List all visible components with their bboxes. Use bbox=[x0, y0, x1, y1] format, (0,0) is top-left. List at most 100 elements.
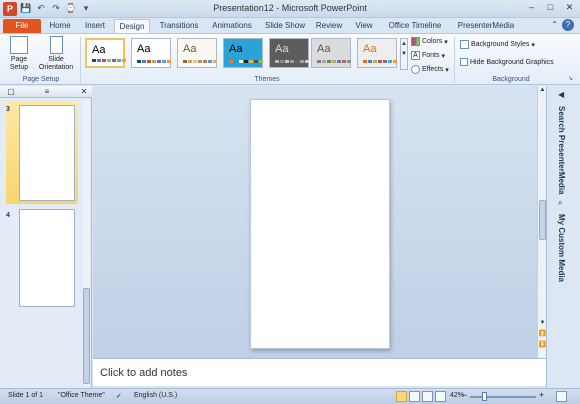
undo-icon[interactable]: ↶ bbox=[35, 2, 47, 15]
save-icon[interactable]: 💾 bbox=[20, 2, 32, 15]
minimize-button[interactable]: – bbox=[523, 1, 540, 15]
color-swatch bbox=[305, 60, 309, 63]
color-swatch bbox=[137, 60, 141, 63]
background-styles-button[interactable]: Background Styles ▾ bbox=[460, 40, 535, 49]
fonts-label: Fonts bbox=[422, 52, 440, 59]
tab-home[interactable]: Home bbox=[44, 19, 76, 33]
zoom-slider[interactable] bbox=[470, 396, 536, 398]
group-separator bbox=[80, 37, 81, 83]
theme-thumbnail[interactable]: Aa bbox=[131, 38, 171, 68]
color-swatch bbox=[295, 60, 299, 63]
dialog-launcher-icon[interactable]: ↘ bbox=[568, 75, 573, 82]
reading-view-button[interactable] bbox=[422, 391, 433, 402]
color-swatch bbox=[285, 60, 289, 63]
fit-to-window-button[interactable] bbox=[556, 391, 567, 402]
normal-view-button[interactable] bbox=[396, 391, 407, 402]
help-icon[interactable]: ? bbox=[562, 19, 574, 31]
scrollbar-thumb[interactable] bbox=[539, 200, 546, 240]
slides-panel-scrollbar[interactable] bbox=[83, 100, 90, 386]
zoom-slider-knob[interactable] bbox=[482, 392, 487, 401]
color-swatch bbox=[188, 60, 192, 63]
theme-thumbnail[interactable]: Aa bbox=[85, 38, 126, 68]
slide-scrollbar[interactable]: ▲ ▼ ⏫ ⏬ bbox=[537, 86, 546, 358]
page-setup-icon bbox=[10, 36, 28, 54]
color-swatch bbox=[208, 60, 212, 63]
tab-review[interactable]: Review bbox=[312, 19, 346, 33]
collapse-panel-icon[interactable]: ◀ bbox=[558, 90, 564, 99]
quick-tool-icon[interactable]: ⌚ bbox=[65, 2, 77, 15]
themes-gallery-scroll[interactable]: ▲ ▼ bbox=[400, 38, 408, 70]
group-separator bbox=[454, 37, 455, 83]
scrollbar-thumb[interactable] bbox=[83, 288, 90, 384]
close-button[interactable]: ✕ bbox=[561, 1, 578, 15]
color-swatch bbox=[368, 60, 372, 63]
slide-canvas[interactable] bbox=[250, 99, 390, 349]
theme-thumbnail[interactable]: Aa bbox=[269, 38, 309, 68]
colors-button[interactable]: Colors ▾ bbox=[411, 37, 448, 46]
slides-tab-icon[interactable]: ▢ bbox=[4, 87, 18, 97]
color-swatch bbox=[229, 60, 233, 63]
color-swatch bbox=[239, 60, 243, 63]
color-swatch bbox=[102, 59, 106, 62]
tab-design[interactable]: Design bbox=[114, 19, 150, 33]
theme-thumbnail[interactable]: Aa bbox=[177, 38, 217, 68]
effects-button[interactable]: Effects ▾ bbox=[411, 65, 449, 74]
tab-transitions[interactable]: Transitions bbox=[153, 19, 205, 33]
colors-label: Colors bbox=[422, 38, 443, 45]
slide-thumbnail-item[interactable]: 4 bbox=[6, 208, 78, 310]
color-swatch bbox=[97, 59, 101, 62]
spelling-check-icon[interactable]: ✓ bbox=[116, 392, 122, 400]
themes-gallery: Aa Aa Aa Aa Aa Aa Aa bbox=[82, 38, 398, 72]
color-swatch bbox=[167, 60, 171, 63]
my-custom-media-tab[interactable]: My Custom Media bbox=[557, 214, 566, 282]
theme-thumbnail[interactable]: Aa bbox=[357, 38, 397, 68]
color-swatch bbox=[259, 60, 263, 63]
slide-show-view-button[interactable] bbox=[435, 391, 446, 402]
color-swatch bbox=[117, 59, 121, 62]
slide-sorter-view-button[interactable] bbox=[409, 391, 420, 402]
customize-qat-icon[interactable]: ▾ bbox=[80, 2, 92, 15]
fonts-button[interactable]: A Fonts ▾ bbox=[411, 51, 445, 60]
page-setup-label: Page Setup bbox=[9, 56, 29, 71]
fonts-icon: A bbox=[411, 51, 420, 60]
slide-editing-area: ▲ ▼ ⏫ ⏬ bbox=[93, 86, 546, 358]
search-presentermedia-tab[interactable]: Search PresenterMedia bbox=[557, 106, 566, 195]
color-swatch bbox=[337, 60, 341, 63]
color-swatch bbox=[244, 60, 248, 63]
tab-animations[interactable]: Animations bbox=[207, 19, 257, 33]
tab-slide-show[interactable]: Slide Show bbox=[261, 19, 309, 33]
minimize-ribbon-icon[interactable]: ⌃ bbox=[551, 20, 558, 29]
maximize-button[interactable]: □ bbox=[542, 1, 559, 15]
color-swatch bbox=[327, 60, 331, 63]
theme-thumbnail[interactable]: Aa bbox=[311, 38, 351, 68]
notes-pane[interactable]: Click to add notes bbox=[93, 358, 546, 386]
color-swatch bbox=[290, 60, 294, 63]
quick-access-toolbar: 💾 ↶ ↷ ⌚ ▾ bbox=[20, 2, 92, 15]
color-swatch bbox=[92, 59, 96, 62]
redo-icon[interactable]: ↷ bbox=[50, 2, 62, 15]
color-swatch bbox=[388, 60, 392, 63]
color-swatch bbox=[157, 60, 161, 63]
slide-thumbnail[interactable] bbox=[19, 209, 75, 307]
tab-view[interactable]: View bbox=[350, 19, 378, 33]
effects-icon bbox=[411, 65, 420, 74]
zoom-in-icon[interactable]: + bbox=[539, 390, 544, 400]
language-indicator[interactable]: English (U.S.) bbox=[134, 392, 177, 399]
zoom-out-icon[interactable]: − bbox=[462, 390, 467, 400]
slide-thumbnail-item[interactable]: 3 bbox=[6, 102, 78, 204]
outline-tab-icon[interactable]: ≡ bbox=[40, 87, 54, 97]
slide-orientation-button[interactable]: Slide Orientation bbox=[35, 36, 77, 72]
slide-thumbnail[interactable] bbox=[19, 105, 75, 201]
tab-presentermedia[interactable]: PresenterMedia bbox=[452, 19, 520, 33]
background-group-label: Background bbox=[492, 76, 530, 83]
slide-orientation-label: Slide Orientation bbox=[38, 56, 74, 71]
powerpoint-app-icon[interactable]: P bbox=[3, 2, 17, 16]
close-panel-icon[interactable]: ✕ bbox=[78, 87, 90, 97]
hide-background-graphics-checkbox[interactable]: Hide Background Graphics bbox=[460, 58, 554, 66]
tab-office-timeline[interactable]: Office Timeline bbox=[384, 19, 446, 33]
page-setup-button[interactable]: Page Setup bbox=[5, 36, 33, 72]
tab-file[interactable]: File bbox=[3, 19, 41, 33]
theme-thumbnail[interactable]: Aa bbox=[223, 38, 263, 68]
color-swatch bbox=[300, 60, 304, 63]
tab-insert[interactable]: Insert bbox=[78, 19, 112, 33]
